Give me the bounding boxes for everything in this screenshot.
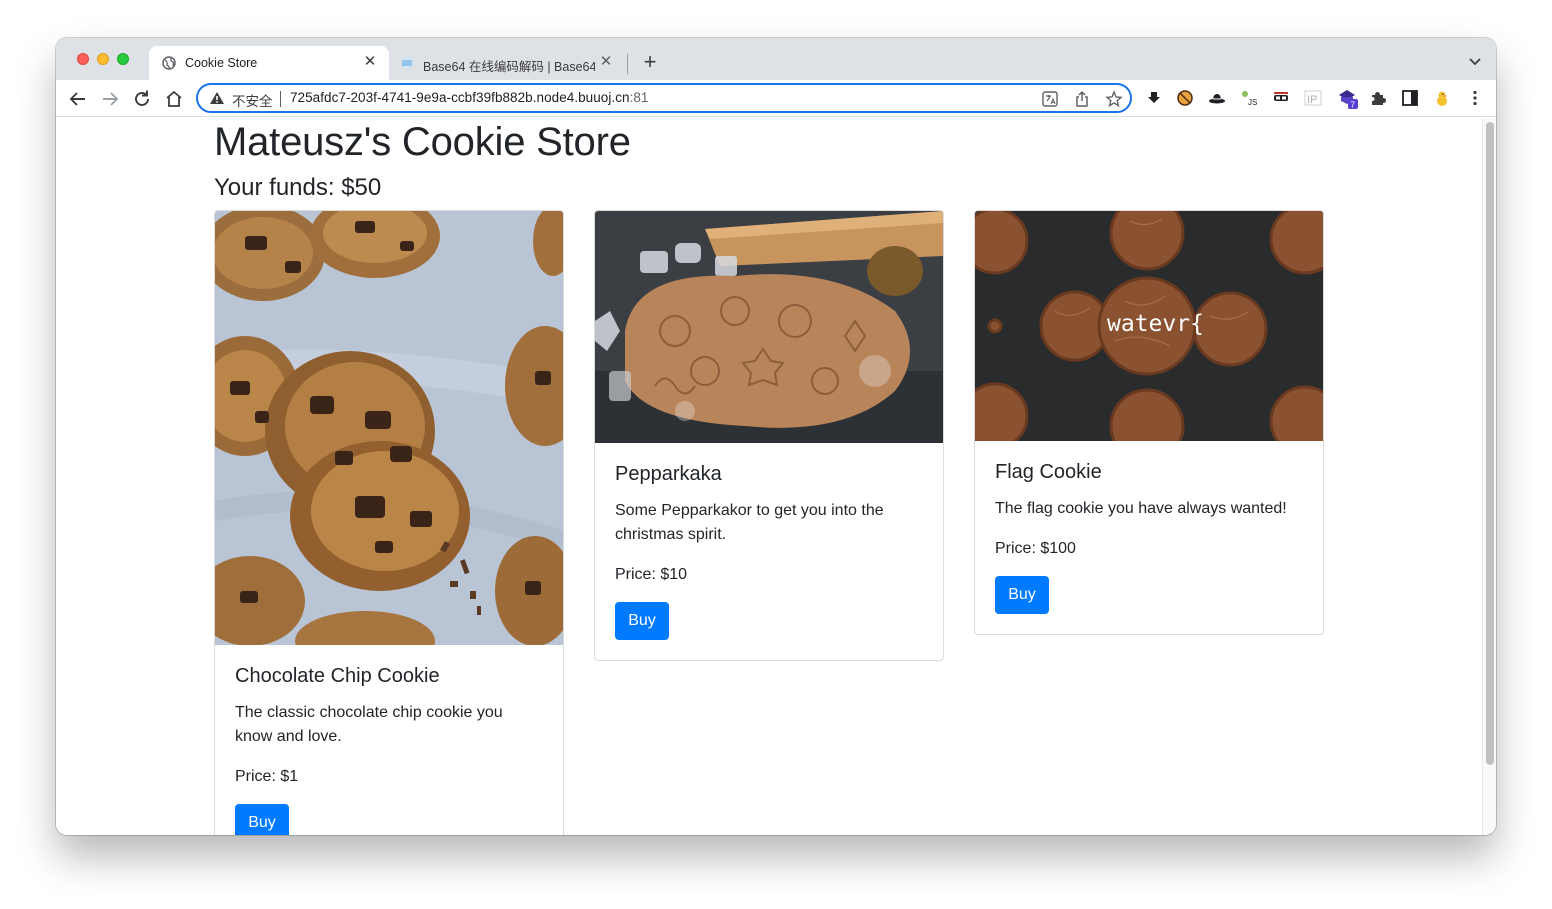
card-body: Chocolate Chip Cookie The classic chocol… bbox=[215, 645, 563, 835]
pizza-icon[interactable] bbox=[1176, 89, 1194, 107]
tab-separator bbox=[627, 54, 628, 74]
card-price: Price: $100 bbox=[995, 540, 1076, 557]
product-card-pepparkaka: Pepparkaka Some Pepparkakor to get you i… bbox=[594, 210, 944, 661]
url-text[interactable]: 725afdc7-203f-4741-9e9a-ccbf39fb882b.nod… bbox=[290, 90, 649, 105]
flag-cookie-image: watevr{ bbox=[975, 211, 1323, 441]
vertical-scrollbar[interactable] bbox=[1482, 118, 1496, 835]
sidepanel-icon[interactable] bbox=[1401, 89, 1419, 107]
product-card-chocolate-chip: Chocolate Chip Cookie The classic chocol… bbox=[214, 210, 564, 835]
minimize-window-button[interactable] bbox=[97, 53, 109, 65]
chevron-down-icon[interactable] bbox=[1468, 54, 1482, 68]
close-tab-icon[interactable]: ✕ bbox=[361, 53, 379, 71]
close-window-button[interactable] bbox=[77, 53, 89, 65]
desktop: Cookie Store ✕ Base64 在线编码解码 | Base64 ✕ … bbox=[0, 0, 1552, 909]
zoom-window-button[interactable] bbox=[117, 53, 129, 65]
card-body: Flag Cookie The flag cookie you have alw… bbox=[975, 441, 1323, 634]
mask-icon[interactable] bbox=[1272, 89, 1290, 107]
tab-strip: Cookie Store ✕ Base64 在线编码解码 | Base64 ✕ … bbox=[56, 38, 1496, 80]
forward-arrow-icon[interactable] bbox=[98, 87, 122, 111]
card-title: Chocolate Chip Cookie bbox=[235, 665, 440, 687]
svg-text:7: 7 bbox=[1351, 101, 1356, 110]
card-price: Price: $10 bbox=[615, 566, 688, 583]
svg-text:IP: IP bbox=[1307, 94, 1317, 106]
chocolate-chip-cookie-image bbox=[215, 211, 563, 645]
page-viewport: Mateusz's Cookie Store Your funds: $50 C… bbox=[56, 118, 1482, 835]
card-description: The classic chocolate chip cookie you kn… bbox=[235, 704, 503, 745]
buy-button[interactable]: Buy bbox=[615, 602, 669, 640]
address-bar[interactable]: 不安全 725afdc7-203f-4741-9e9a-ccbf39fb882b… bbox=[196, 83, 1132, 113]
omnibox-divider bbox=[280, 91, 281, 107]
pepparkaka-dough-image bbox=[595, 211, 943, 443]
chick-icon[interactable] bbox=[1433, 89, 1451, 107]
tab-title: Cookie Store bbox=[185, 56, 258, 70]
product-card-flag-cookie: watevr{ Flag Cookie The flag cookie you … bbox=[974, 210, 1324, 635]
buy-button[interactable]: Buy bbox=[995, 576, 1049, 614]
warning-icon bbox=[210, 92, 224, 104]
funds-display: Your funds: $50 bbox=[214, 174, 382, 201]
card-price: Price: $1 bbox=[235, 768, 299, 785]
flag-overlay-text: watevr{ bbox=[1107, 311, 1204, 337]
card-title: Pepparkaka bbox=[615, 463, 722, 485]
star-icon[interactable] bbox=[1104, 89, 1124, 109]
card-title: Flag Cookie bbox=[995, 461, 1102, 483]
base64-site-icon bbox=[401, 57, 413, 69]
card-description: The flag cookie you have always wanted! bbox=[995, 500, 1287, 517]
scrollbar-thumb[interactable] bbox=[1486, 122, 1494, 765]
js-icon[interactable]: JS bbox=[1240, 89, 1258, 107]
ip-icon[interactable]: IP bbox=[1304, 89, 1322, 107]
hat-icon[interactable] bbox=[1208, 89, 1226, 107]
svg-text:JS: JS bbox=[1248, 98, 1257, 107]
card-body: Pepparkaka Some Pepparkakor to get you i… bbox=[595, 443, 943, 660]
kebab-menu-icon[interactable] bbox=[1466, 89, 1484, 107]
reload-icon[interactable] bbox=[130, 87, 154, 111]
puzzle-icon[interactable] bbox=[1369, 89, 1387, 107]
tab-title: Base64 在线编码解码 | Base64 bbox=[423, 60, 595, 74]
card-description: Some Pepparkakor to get you into the chr… bbox=[615, 502, 884, 543]
tab-cookie-store[interactable]: Cookie Store ✕ bbox=[149, 46, 389, 80]
translate-icon[interactable] bbox=[1040, 89, 1060, 109]
download-icon[interactable] bbox=[1145, 89, 1163, 107]
browser-window: Cookie Store ✕ Base64 在线编码解码 | Base64 ✕ … bbox=[56, 38, 1496, 835]
security-status[interactable]: 不安全 bbox=[232, 90, 273, 110]
browser-toolbar: 不安全 725afdc7-203f-4741-9e9a-ccbf39fb882b… bbox=[56, 80, 1496, 117]
close-tab-icon[interactable]: ✕ bbox=[597, 53, 615, 71]
new-tab-button[interactable]: + bbox=[638, 51, 662, 75]
back-arrow-icon[interactable] bbox=[66, 87, 90, 111]
globe-icon bbox=[162, 56, 176, 70]
page-title: Mateusz's Cookie Store bbox=[214, 120, 631, 164]
share-icon[interactable] bbox=[1072, 89, 1092, 109]
tab-base64[interactable]: Base64 在线编码解码 | Base64 ✕ bbox=[391, 46, 627, 80]
buy-button[interactable]: Buy bbox=[235, 804, 289, 835]
home-icon[interactable] bbox=[162, 87, 186, 111]
badge-extension-icon[interactable]: 7 bbox=[1337, 87, 1359, 109]
